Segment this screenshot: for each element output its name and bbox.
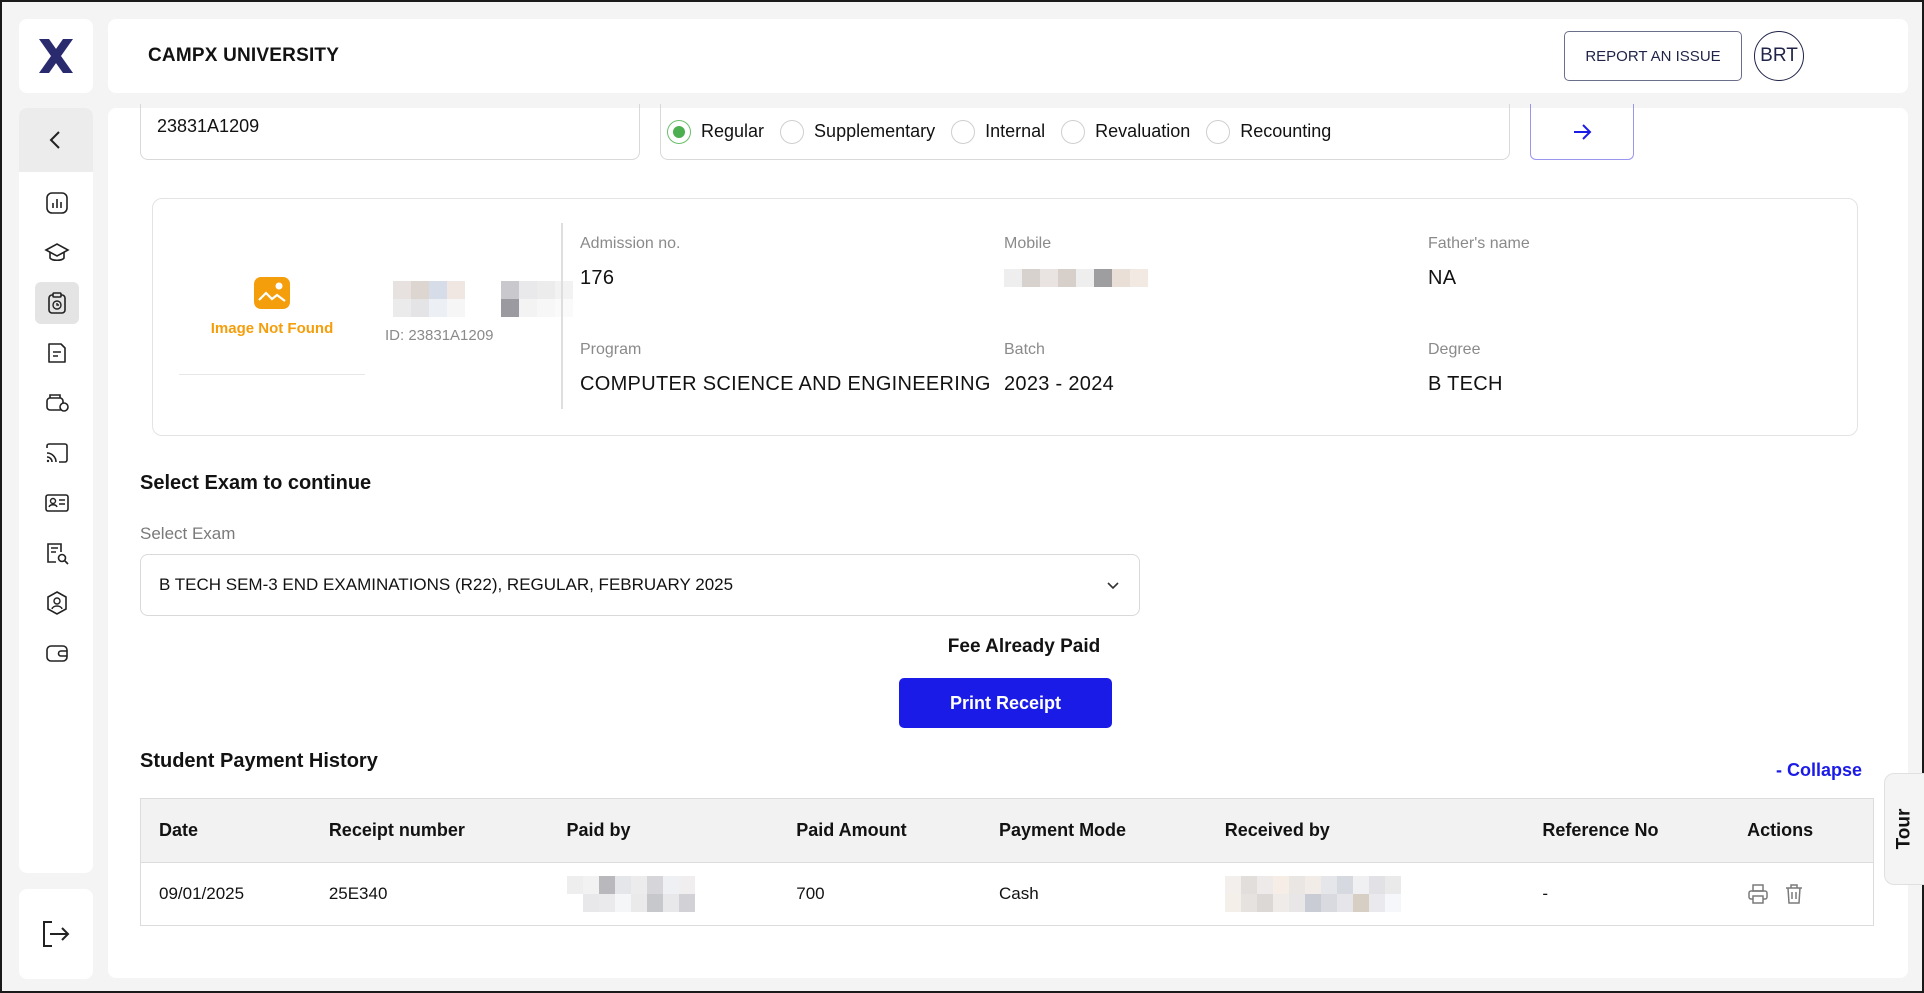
result-search-icon [47, 543, 69, 565]
sidebar-item-results[interactable] [35, 532, 79, 574]
x-logo-icon [39, 39, 73, 73]
cell-date: 09/01/2025 [159, 884, 245, 903]
sidebar [19, 108, 93, 873]
radio-supplementary[interactable]: Supplementary [780, 119, 935, 144]
student-info-card: Image Not Found ID: 23831A1209 Admission… [152, 198, 1858, 436]
admin-shield-icon [47, 591, 67, 615]
cell-paid-by-redacted [549, 876, 779, 912]
fee-transport-icon [46, 394, 69, 412]
cell-reference: - [1542, 884, 1549, 903]
wallet-icon [46, 645, 68, 662]
batch-field: Batch 2023 - 2024 [1004, 341, 1115, 395]
sidebar-item-documents[interactable] [35, 332, 79, 374]
degree-field: Degree B TECH [1428, 341, 1503, 395]
search-submit-button[interactable] [1530, 104, 1634, 160]
arrow-right-icon [1574, 123, 1592, 140]
mobile-field: Mobile [1004, 235, 1148, 287]
radio-button[interactable] [780, 119, 805, 144]
cell-mode: Cash [999, 884, 1039, 903]
col-payment-mode: Payment Mode [999, 820, 1127, 840]
sidebar-collapse-button[interactable] [19, 108, 93, 172]
father-name-field: Father's name NA [1428, 235, 1530, 289]
tour-label: Tour [1893, 808, 1915, 850]
payment-history-heading: Student Payment History [140, 750, 378, 772]
col-reference-no: Reference No [1542, 820, 1659, 840]
radio-internal[interactable]: Internal [951, 119, 1045, 144]
sidebar-item-id-cards[interactable] [35, 482, 79, 524]
table-header: Date Receipt number Paid by Paid Amount … [141, 799, 1873, 863]
cell-receipt: 25E340 [328, 884, 388, 903]
col-receipt-number: Receipt number [328, 820, 465, 840]
radio-recounting[interactable]: Recounting [1206, 119, 1331, 144]
payment-history-table: Date Receipt number Paid by Paid Amount … [140, 798, 1874, 926]
tour-tab[interactable]: Tour [1884, 773, 1924, 885]
chevron-down-icon [1107, 582, 1119, 590]
id-card-icon [45, 494, 69, 512]
cast-icon [46, 443, 68, 463]
cell-amount: 700 [796, 884, 825, 903]
print-receipt-button[interactable]: Print Receipt [899, 678, 1112, 728]
sidebar-item-wallet[interactable] [35, 632, 79, 674]
user-avatar[interactable]: BRT [1754, 31, 1804, 81]
col-paid-amount: Paid Amount [796, 820, 907, 840]
collapse-link[interactable]: - Collapse [1776, 760, 1862, 781]
logout-button[interactable] [19, 889, 93, 979]
top-bar: CAMPX UNIVERSITY REPORT AN ISSUE BRT [108, 19, 1908, 93]
university-title: CAMPX UNIVERSITY [148, 45, 340, 66]
sidebar-item-broadcast[interactable] [35, 432, 79, 474]
logout-icon [43, 921, 70, 947]
campx-logo[interactable] [19, 19, 93, 93]
dashboard-icon [46, 192, 68, 214]
report-issue-button[interactable]: REPORT AN ISSUE [1564, 31, 1742, 81]
fee-status: Fee Already Paid [947, 636, 1101, 657]
image-placeholder-icon [254, 277, 290, 309]
student-id-label: ID: 23831A1209 [385, 327, 494, 344]
selected-exam: B TECH SEM-3 END EXAMINATIONS (R22), REG… [159, 575, 734, 594]
student-name-redacted [393, 281, 573, 317]
select-exam-label: Select Exam [140, 524, 236, 543]
exam-clipboard-icon [48, 292, 66, 314]
col-actions: Actions [1747, 820, 1814, 840]
mobile-redacted [1004, 269, 1148, 287]
col-received-by: Received by [1224, 820, 1330, 840]
main-content: 23831A1209 Regular Supplementary Interna… [108, 104, 1908, 978]
degree-value: B TECH [1428, 373, 1503, 395]
cell-received-by-redacted [1207, 876, 1525, 912]
radio-button[interactable] [1061, 119, 1086, 144]
card-divider [561, 223, 563, 409]
print-icon[interactable] [1747, 883, 1769, 905]
student-id-input[interactable]: 23831A1209 [140, 104, 640, 160]
sidebar-item-academics[interactable] [35, 232, 79, 274]
col-paid-by: Paid by [566, 820, 631, 840]
father-name: NA [1428, 267, 1457, 289]
radio-button[interactable] [1206, 119, 1231, 144]
cell-actions [1729, 883, 1873, 905]
admission-field: Admission no. 176 [580, 235, 681, 289]
chevron-left-icon [49, 131, 60, 149]
exam-select-dropdown[interactable]: B TECH SEM-3 END EXAMINATIONS (R22), REG… [140, 554, 1140, 616]
radio-button[interactable] [951, 119, 976, 144]
sidebar-item-transport[interactable] [35, 382, 79, 424]
sidebar-item-dashboard[interactable] [35, 182, 79, 224]
delete-icon[interactable] [1783, 883, 1805, 905]
admission-number: 176 [580, 267, 615, 289]
radio-regular[interactable]: Regular [667, 119, 764, 144]
col-date: Date [159, 820, 199, 840]
radio-button[interactable] [667, 119, 691, 144]
radio-revaluation[interactable]: Revaluation [1061, 119, 1190, 144]
sidebar-item-admin[interactable] [35, 582, 79, 624]
graduation-cap-icon [44, 243, 70, 262]
image-not-found-text: Image Not Found [210, 320, 334, 337]
program-name: COMPUTER SCIENCE AND ENGINEERING [580, 373, 991, 395]
sidebar-item-exams[interactable] [35, 282, 79, 324]
batch-value: 2023 - 2024 [1004, 373, 1115, 395]
document-icon [48, 343, 66, 363]
program-field: Program COMPUTER SCIENCE AND ENGINEERING [580, 341, 991, 395]
select-exam-heading: Select Exam to continue [140, 472, 372, 494]
table-row: 09/01/2025 25E340 700 Cash - [141, 863, 1873, 925]
exam-type-radio-group: Regular Supplementary Internal Revaluati… [660, 104, 1510, 160]
student-photo-placeholder: Image Not Found [179, 239, 365, 375]
